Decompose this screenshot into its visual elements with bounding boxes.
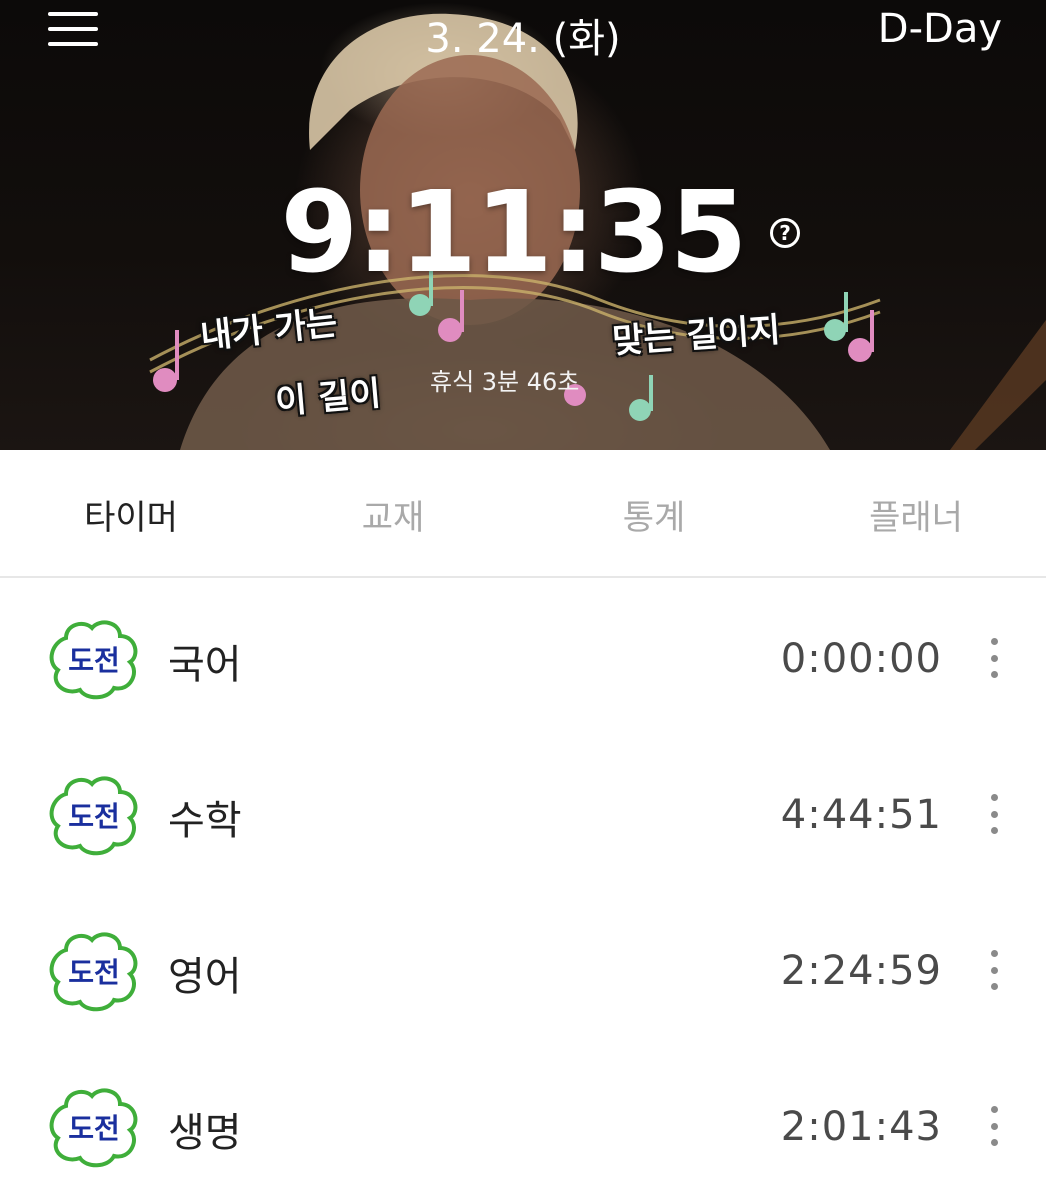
header-photo-area: 내가 가는 이 길이 맞는 길이지 3. 24. (화) D-Day 9:11:… <box>0 0 1046 450</box>
subject-time: 0:00:00 <box>780 636 942 682</box>
subject-row[interactable]: 도전 국어 0:00:00 <box>0 580 1046 736</box>
more-vertical-icon[interactable] <box>982 1106 1006 1146</box>
rest-time-label: 휴식 3분 46초 <box>430 368 580 396</box>
subject-list: 도전 국어 0:00:00 도전 수학 4:44:51 도전 영어 2:24:5… <box>0 580 1046 1204</box>
more-vertical-icon[interactable] <box>982 794 1006 834</box>
subject-name: 국어 <box>168 642 242 688</box>
total-study-time: 9:11:35 <box>0 168 1046 298</box>
badge-label: 도전 <box>68 644 120 677</box>
challenge-cloud-badge-icon: 도전 <box>49 932 138 1012</box>
badge-label: 도전 <box>68 800 120 833</box>
challenge-cloud-badge-icon: 도전 <box>49 776 138 856</box>
subject-row[interactable]: 도전 영어 2:24:59 <box>0 892 1046 1048</box>
clock-digits: 9:11:35 <box>280 168 747 298</box>
subject-row[interactable]: 도전 수학 4:44:51 <box>0 736 1046 892</box>
subject-time: 2:01:43 <box>780 1104 942 1150</box>
more-vertical-icon[interactable] <box>982 950 1006 990</box>
challenge-cloud-badge-icon: 도전 <box>49 620 138 700</box>
more-vertical-icon[interactable] <box>982 638 1006 678</box>
tab-timer[interactable]: 타이머 <box>0 490 262 539</box>
tab-planner[interactable]: 플래너 <box>785 490 1046 539</box>
badge-label: 도전 <box>68 956 120 989</box>
dday-button[interactable]: D-Day <box>878 6 1002 52</box>
subject-time: 2:24:59 <box>780 948 942 994</box>
tab-textbook[interactable]: 교재 <box>262 490 524 539</box>
subject-name: 생명 <box>168 1110 242 1156</box>
photo-caption-2: 이 길이 <box>273 373 383 423</box>
subject-name: 영어 <box>168 954 242 1000</box>
question-circle-icon[interactable]: ? <box>770 218 800 248</box>
challenge-cloud-badge-icon: 도전 <box>49 1088 138 1168</box>
tab-statistics[interactable]: 통계 <box>523 490 785 539</box>
subject-row[interactable]: 도전 생명 2:01:43 <box>0 1048 1046 1204</box>
badge-label: 도전 <box>68 1112 120 1145</box>
subject-time: 4:44:51 <box>780 792 942 838</box>
tab-bar: 타이머 교재 통계 플래너 <box>0 450 1046 578</box>
subject-name: 수학 <box>168 798 242 844</box>
